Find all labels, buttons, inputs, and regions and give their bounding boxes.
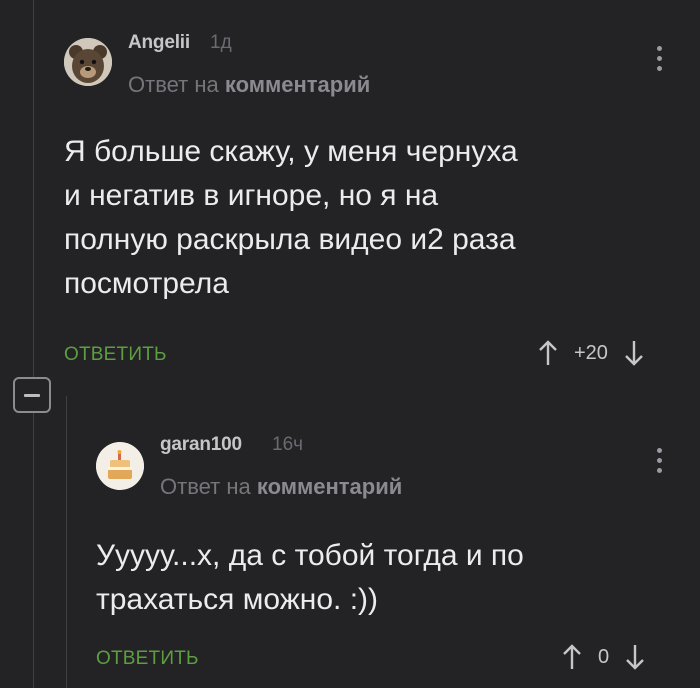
reply-to-line: Ответ на комментарий (128, 72, 370, 98)
comment-text-line: посмотрела (64, 267, 229, 300)
comment-author[interactable]: Angelii (128, 32, 190, 54)
comment-time: 16ч (272, 434, 304, 455)
reply-button[interactable]: ОТВЕТИТЬ (96, 648, 199, 670)
comment-text-line: трахаться можно. :)) (96, 583, 379, 616)
comment-text-line: и негатив в игноре, но я на (64, 179, 439, 212)
downvote-arrow-icon[interactable] (624, 340, 644, 366)
vote-controls: 0 (562, 644, 645, 670)
comment-text-line: полную раскрыла видео и2 раза (64, 223, 516, 256)
comment-body: Ууууу...х, да с тобой тогда и по трахать… (96, 534, 524, 622)
thread-line (33, 0, 34, 377)
bear-avatar-icon[interactable] (64, 38, 112, 86)
downvote-arrow-icon[interactable] (625, 644, 645, 670)
collapse-thread-button[interactable] (13, 377, 51, 413)
upvote-arrow-icon[interactable] (562, 644, 582, 670)
minus-icon (24, 393, 40, 397)
comment-thread: Angelii 1д Ответ на комментарий Я больше… (0, 0, 700, 688)
reply-button[interactable]: ОТВЕТИТЬ (64, 344, 167, 366)
thread-line (33, 413, 34, 688)
reply-to-prefix: Ответ на (160, 474, 251, 499)
rating-value: +20 (574, 341, 608, 364)
thread-line-nested (66, 396, 67, 688)
comment-text-line: Я больше скажу, у меня чернуха (64, 135, 518, 168)
more-menu-icon[interactable] (654, 46, 664, 71)
reply-to-prefix: Ответ на (128, 72, 219, 97)
comment-body: Я больше скажу, у меня чернуха и негатив… (64, 130, 518, 306)
comment-time: 1д (210, 32, 232, 53)
vote-controls: +20 (538, 340, 644, 366)
reply-to-link[interactable]: комментарий (257, 474, 402, 499)
comment-author[interactable]: garan100 (160, 434, 242, 456)
upvote-arrow-icon[interactable] (538, 340, 558, 366)
rating-value: 0 (598, 645, 610, 668)
cake-avatar-icon[interactable] (96, 442, 144, 490)
reply-to-line: Ответ на комментарий (160, 474, 402, 500)
comment-text-line: Ууууу...х, да с тобой тогда и по (96, 539, 524, 572)
reply-to-link[interactable]: комментарий (225, 72, 370, 97)
more-menu-icon[interactable] (654, 448, 664, 473)
